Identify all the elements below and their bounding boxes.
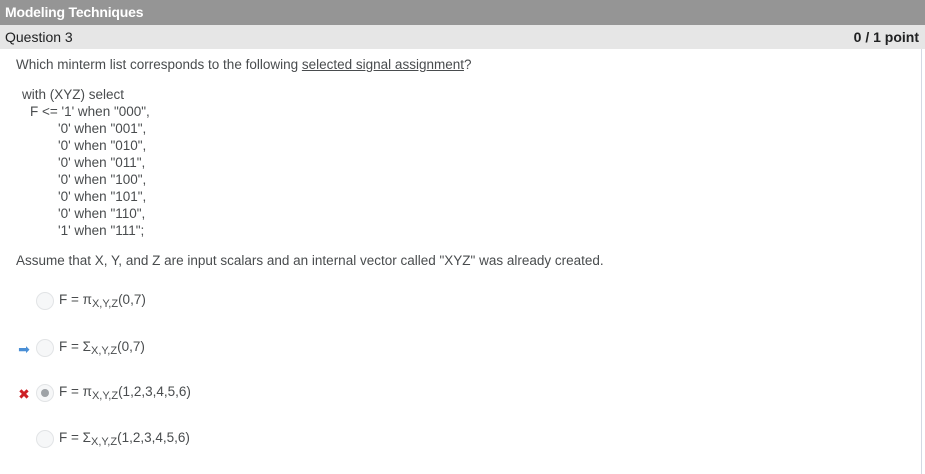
content-border	[921, 49, 922, 474]
pi-symbol: π	[82, 384, 92, 399]
question-score: 0 / 1 point	[853, 29, 919, 45]
pi-symbol: π	[82, 292, 92, 307]
option-prefix: F =	[59, 292, 83, 307]
option-subscript: X,Y,Z	[91, 390, 119, 402]
answer-option-3[interactable]: ✖ F = πX,Y,Z(1,2,3,4,5,6)	[0, 382, 500, 406]
assumption-text: Assume that X, Y, and Z are input scalar…	[16, 253, 604, 268]
code-line: '0' when "001",	[58, 121, 147, 136]
option-label: F = πX,Y,Z(1,2,3,4,5,6)	[59, 384, 191, 402]
question-title: Question 3	[5, 29, 73, 45]
option-subscript: X,Y,Z	[91, 436, 118, 448]
option-radio-selected[interactable]	[36, 384, 54, 402]
prompt-text-after: ?	[463, 57, 472, 72]
answer-option-4[interactable]: F = ΣX,Y,Z(1,2,3,4,5,6)	[0, 428, 500, 452]
right-arrow-icon: ➡	[18, 341, 30, 357]
selected-signal-assignment-link[interactable]: selected signal assignment	[302, 57, 464, 72]
option-prefix: F =	[59, 430, 83, 445]
option-terms: (0,7)	[117, 339, 145, 354]
section-title: Modeling Techniques	[0, 0, 925, 25]
code-line: '0' when "010",	[58, 138, 147, 153]
option-prefix: F =	[59, 384, 83, 399]
option-label: F = ΣX,Y,Z(0,7)	[59, 339, 145, 357]
code-line: '0' when "101",	[58, 189, 147, 204]
option-marker	[15, 431, 33, 449]
option-subscript: X,Y,Z	[91, 298, 119, 310]
answer-option-2[interactable]: ➡ F = ΣX,Y,Z(0,7)	[0, 337, 500, 361]
code-line: '0' when "100",	[58, 172, 147, 187]
x-mark-icon: ✖	[18, 386, 30, 402]
code-line: '1' when "111";	[58, 223, 145, 238]
option-prefix: F =	[59, 339, 83, 354]
code-block: with (XYZ) select F <= '1' when "000", '…	[22, 86, 150, 239]
option-radio[interactable]	[36, 430, 54, 448]
answer-option-1[interactable]: F = πX,Y,Z(0,7)	[0, 290, 500, 314]
option-label: F = ΣX,Y,Z(1,2,3,4,5,6)	[59, 430, 190, 448]
option-label: F = πX,Y,Z(0,7)	[59, 292, 146, 310]
option-radio[interactable]	[36, 339, 54, 357]
option-subscript: X,Y,Z	[91, 345, 118, 357]
prompt-text-before: Which minterm list corresponds to the fo…	[16, 57, 302, 72]
option-terms: (1,2,3,4,5,6)	[117, 430, 190, 445]
sigma-symbol: Σ	[82, 430, 91, 445]
option-radio[interactable]	[36, 292, 54, 310]
sigma-symbol: Σ	[82, 339, 91, 354]
option-terms: (0,7)	[118, 292, 146, 307]
option-terms: (1,2,3,4,5,6)	[118, 384, 191, 399]
question-header: Question 3 0 / 1 point	[0, 25, 925, 49]
code-line: F <= '1' when "000",	[30, 104, 150, 119]
code-line: with (XYZ) select	[22, 87, 125, 102]
question-prompt: Which minterm list corresponds to the fo…	[16, 57, 471, 72]
option-marker	[15, 293, 33, 311]
code-line: '0' when "110",	[58, 206, 146, 221]
code-line: '0' when "011",	[58, 155, 146, 170]
